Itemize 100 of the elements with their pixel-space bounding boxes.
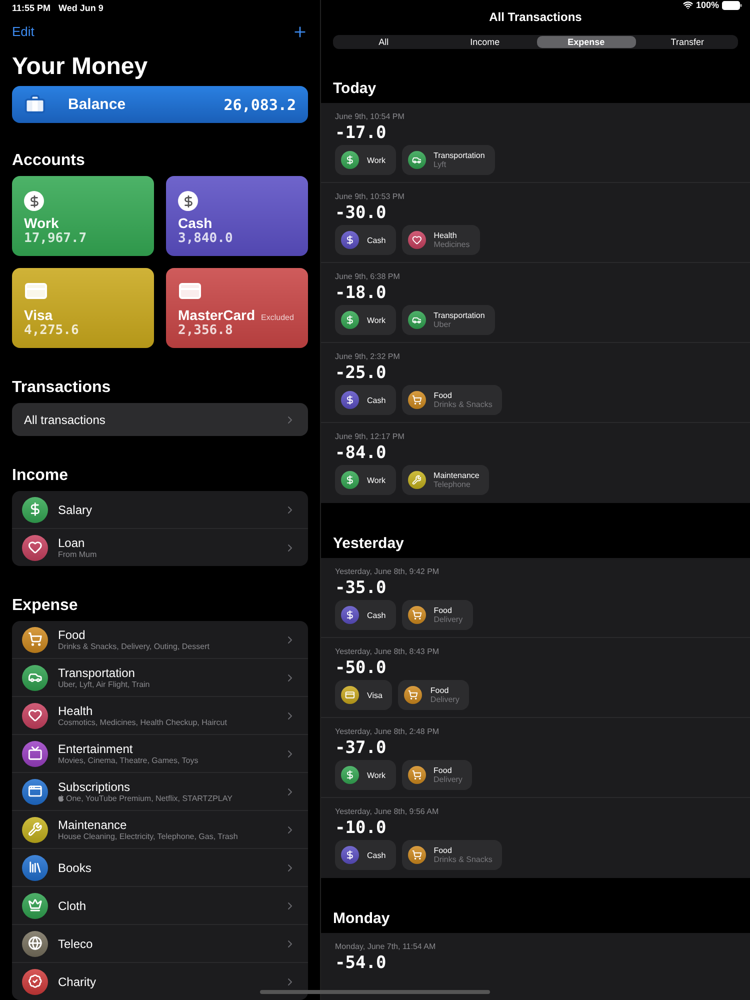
chip-sublabel: Drinks & Snacks [434, 855, 492, 864]
chip-label: Food [434, 846, 453, 855]
transaction-date: Yesterday, June 8th, 8:43 PM [335, 646, 440, 658]
category-row[interactable]: Loan From Mum [12, 529, 308, 566]
transaction-amount: -50.0 [335, 658, 388, 678]
account-chip[interactable]: Cash [335, 385, 396, 415]
filter-tab[interactable]: All [334, 36, 434, 48]
category-subtitle: One, YouTube Premium, Netflix, STARTZPLAY [58, 794, 274, 803]
account-chip[interactable]: Work [335, 145, 396, 175]
filter-tab[interactable]: Transfer [638, 36, 737, 48]
wifi-icon [682, 0, 693, 10]
excluded-label: Excluded [261, 313, 294, 322]
category-chip[interactable]: Transportation Uber [402, 305, 495, 335]
chip-label: Food [430, 686, 450, 695]
status-date: Wed Jun 9 [58, 2, 104, 13]
category-chip[interactable]: Transportation Lyft [402, 145, 495, 175]
chip-label: Food [434, 766, 453, 775]
category-subtitle: Movies, Cinema, Theatre, Games, Toys [58, 756, 200, 765]
category-chip[interactable]: Food Delivery [402, 760, 472, 790]
account-chip[interactable]: Visa [335, 680, 392, 710]
category-name: Cloth [58, 898, 88, 912]
category-chip[interactable]: Maintenance Telephone [402, 465, 490, 495]
transaction-amount: -25.0 [335, 363, 388, 383]
account-amount: 2,356.8 [178, 323, 234, 338]
category-row[interactable]: Transportation Uber, Lyft, Air Flight, Train [12, 659, 308, 697]
chip-sublabel: Delivery [430, 695, 460, 704]
chip-label: Health [434, 231, 458, 240]
section-heading: Accounts [12, 151, 86, 172]
account-chip[interactable]: Work [335, 465, 396, 495]
transaction-amount: -18.0 [335, 283, 388, 303]
category-chip[interactable]: Food Drinks & Snacks [402, 840, 502, 870]
category-row[interactable]: Subscriptions One, YouTube Premium, Netflix, STARTZPLAY [12, 773, 308, 811]
category-row[interactable]: Salary [12, 491, 308, 529]
category-row[interactable]: Teleco [12, 925, 308, 963]
category-subtitle: Drinks & Snacks, Delivery, Outing, Dessert [58, 642, 210, 651]
filter-tab[interactable]: Expense [536, 36, 636, 48]
transaction-date: June 9th, 10:53 PM [335, 191, 406, 203]
transaction-amount: -17.0 [335, 123, 388, 143]
category-chip[interactable]: Food Delivery [402, 600, 473, 630]
transaction-amount: -37.0 [335, 738, 388, 758]
category-name: Food [58, 628, 86, 642]
account-amount: 4,275.6 [24, 323, 80, 338]
category-row[interactable]: Health Cosmotics, Medicines, Health Checkup, Haircut [12, 697, 308, 735]
transaction-date: June 9th, 2:32 PM [335, 351, 401, 363]
status-time: 11:55 PM [12, 2, 51, 13]
account-chip[interactable]: Work [335, 760, 396, 790]
add-button[interactable] [292, 24, 308, 40]
account-card[interactable]: Cash 3,840.0 [166, 176, 308, 256]
dollar-icon [178, 191, 198, 212]
transaction-date: Monday, June 7th, 11:54 AM [335, 941, 437, 953]
category-row[interactable]: Food Drinks & Snacks, Delivery, Outing, Dessert [12, 621, 308, 659]
chip-label: Food [434, 606, 453, 615]
balance-amount: 26,083.2 [224, 96, 296, 114]
account-chip[interactable]: Cash [335, 225, 396, 255]
section-heading: Transactions [12, 378, 112, 398]
battery-icon [722, 0, 742, 10]
category-row[interactable]: Entertainment Movies, Cinema, Theatre, Games, Toys [12, 735, 308, 773]
chip-label: Work [367, 770, 386, 780]
chip-label: Transportation [434, 151, 485, 160]
briefcase-icon [24, 94, 46, 116]
chip-sublabel: Uber [434, 320, 452, 329]
section-heading: Income [12, 466, 70, 486]
chip-label: Cash [367, 396, 386, 404]
account-chip[interactable]: Work [335, 305, 396, 335]
category-chip[interactable]: Health Medicines [402, 225, 480, 255]
account-name: Work [24, 215, 59, 232]
all-transactions-row[interactable]: All transactions [12, 403, 308, 436]
filter-tab[interactable]: Income [435, 36, 534, 48]
day-heading: Yesterday [333, 534, 405, 554]
category-name: Maintenance [58, 818, 128, 832]
chip-label: Food [434, 391, 453, 400]
category-subtitle: Uber, Lyft, Air Flight, Train [58, 680, 151, 689]
category-name: Subscriptions [58, 780, 132, 794]
edit-button[interactable]: Edit [12, 24, 34, 40]
category-subtitle: Cosmotics, Medicines, Health Checkup, Haircut [58, 718, 228, 727]
category-row[interactable]: Maintenance House Cleaning, Electricity, Telephone, Gas, Trash [12, 811, 308, 849]
account-chip[interactable]: Cash [335, 840, 396, 870]
account-name: Cash [178, 215, 212, 232]
category-chip[interactable]: Food Delivery [398, 680, 470, 710]
category-name: Transportation [58, 666, 136, 680]
category-name: Books [58, 860, 92, 874]
account-amount: 3,840.0 [178, 231, 234, 246]
transaction-amount: -54.0 [335, 953, 388, 973]
balance-card[interactable]: Balance 26,083.2 [12, 86, 308, 124]
category-chip[interactable]: Food Drinks & Snacks [402, 385, 502, 415]
transaction-date: June 9th, 12:17 PM [335, 431, 406, 443]
category-row[interactable]: Cloth [12, 887, 308, 925]
page-title: Your Money [12, 52, 149, 82]
transaction-date: Yesterday, June 8th, 2:48 PM [335, 726, 440, 738]
transaction-date: June 9th, 10:54 PM [335, 111, 406, 123]
dollar-icon [24, 191, 44, 212]
account-chip[interactable]: Cash [335, 600, 396, 630]
category-row[interactable]: Books [12, 849, 308, 887]
chip-label: Cash [367, 850, 386, 860]
category-name: Loan [58, 536, 86, 550]
chip-sublabel: Drinks & Snacks [434, 400, 492, 409]
chip-sublabel: Delivery [434, 775, 462, 784]
account-card[interactable]: MasterCard Excluded 2,356.8 [166, 268, 308, 348]
category-subtitle: House Cleaning, Electricity, Telephone, Gas, Trash [58, 832, 239, 841]
transaction-amount: -35.0 [335, 578, 388, 598]
